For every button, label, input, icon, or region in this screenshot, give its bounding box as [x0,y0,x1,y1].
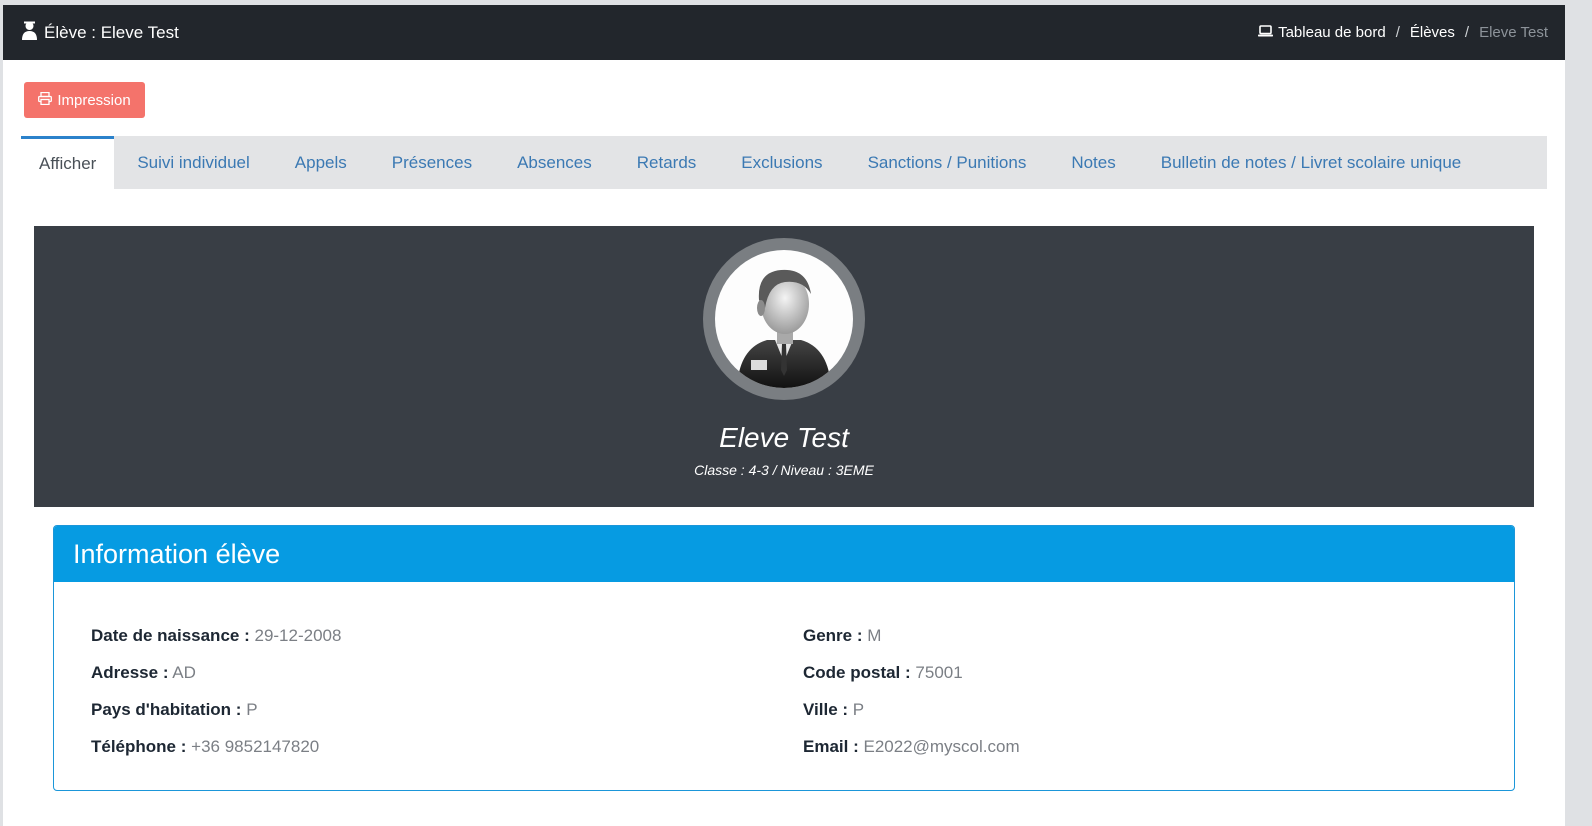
tab-absences[interactable]: Absences [494,136,614,189]
avatar [703,238,865,400]
breadcrumb-separator: / [1464,24,1470,41]
profile-banner: Eleve Test Classe : 4-3 / Niveau : 3EME [34,226,1534,507]
tab-retards[interactable]: Retards [614,136,719,189]
info-value: AD [172,663,196,682]
breadcrumb-separator: / [1395,24,1400,41]
page-title: Élève : Eleve Test [21,21,179,45]
info-country: Pays d'habitation : P [91,700,258,720]
info-phone: Téléphone : +36 9852147820 [91,737,319,757]
info-value: P [246,700,258,719]
info-gender: Genre : M [803,626,881,646]
breadcrumb-home-label: Tableau de bord [1278,24,1386,41]
tab-appels[interactable]: Appels [272,136,369,189]
app-frame: Élève : Eleve Test Tableau de bord / Élè… [3,5,1565,826]
info-label: Genre : [803,626,863,645]
breadcrumb: Tableau de bord / Élèves / Eleve Test [1258,24,1548,41]
info-value: P [852,700,865,719]
info-birth-date: Date de naissance : 29-12-2008 [91,626,341,646]
info-label: Date de naissance : [91,626,250,645]
student-info-card: Information élève Date de naissance : 29… [53,525,1515,791]
info-address: Adresse : AD [91,663,196,683]
info-label: Pays d'habitation : [91,700,242,719]
info-city: Ville : P [803,700,864,720]
info-label: Téléphone : [91,737,187,756]
student-name: Eleve Test [719,422,849,453]
info-value: 75001 [915,663,963,682]
tab-bar: Afficher Suivi individuel Appels Présenc… [21,136,1547,189]
info-label: Code postal : [803,663,911,682]
breadcrumb-home-link[interactable]: Tableau de bord [1258,24,1386,41]
info-value: E2022@myscol.com [863,737,1020,756]
breadcrumb-current: Eleve Test [1479,24,1548,41]
info-postal-code: Code postal : 75001 [803,663,963,683]
breadcrumb-section-link[interactable]: Élèves [1410,24,1455,41]
page-title-text: Élève : Eleve Test [44,22,179,42]
card-title: Information élève [54,526,1514,582]
user-graduate-icon [21,21,44,45]
student-avatar-icon [715,250,853,388]
info-value: 29-12-2008 [254,626,342,645]
laptop-icon [1258,24,1278,41]
info-value: +36 9852147820 [191,737,320,756]
tab-notes[interactable]: Notes [1048,136,1137,189]
info-email: Email : E2022@myscol.com [803,737,1020,757]
info-value: M [867,626,882,645]
tab-afficher[interactable]: Afficher [21,136,115,189]
printer-icon [38,91,53,109]
print-button-label: Impression [57,91,131,109]
student-class: Classe : 4-3 / Niveau : 3EME [694,462,874,478]
tab-bulletin[interactable]: Bulletin de notes / Livret scolaire uniq… [1138,136,1484,189]
tab-exclusions[interactable]: Exclusions [718,136,844,189]
print-button[interactable]: Impression [24,82,145,118]
tab-presences[interactable]: Présences [369,136,494,189]
tab-sanctions[interactable]: Sanctions / Punitions [845,136,1049,189]
info-label: Email : [803,737,859,756]
info-label: Adresse : [91,663,169,682]
info-label: Ville : [803,700,849,719]
tab-suivi-individuel[interactable]: Suivi individuel [114,136,271,189]
top-bar: Élève : Eleve Test Tableau de bord / Élè… [3,5,1565,60]
